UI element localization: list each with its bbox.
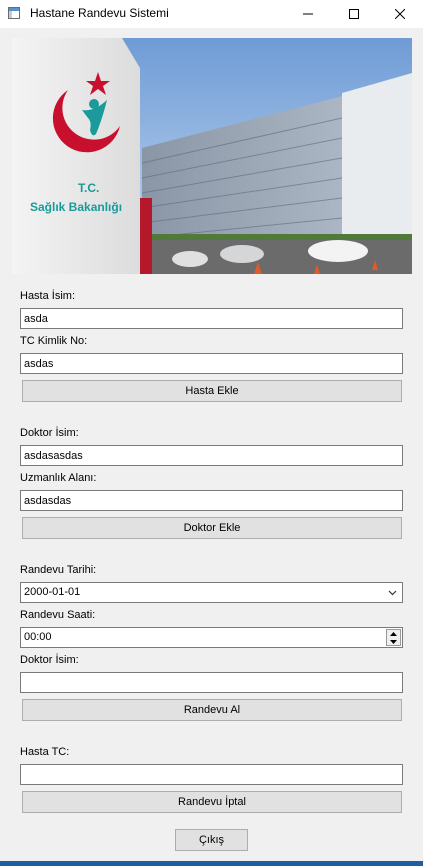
cancel-tc-label: Hasta TC:: [20, 746, 70, 758]
doctor-name-label: Doktor İsim:: [20, 427, 79, 439]
minimize-button[interactable]: [285, 0, 331, 28]
appointment-time-spinbox[interactable]: 00:00: [20, 627, 403, 648]
add-doctor-button[interactable]: Doktor Ekle: [22, 517, 402, 539]
patient-name-input[interactable]: [20, 308, 403, 329]
close-icon: [395, 9, 405, 19]
arrow-up-icon: [390, 631, 397, 636]
cancel-tc-input[interactable]: [20, 764, 403, 785]
patient-name-label: Hasta İsim:: [20, 290, 76, 302]
spin-up-button[interactable]: [387, 630, 400, 637]
close-button[interactable]: [377, 0, 423, 28]
appointment-time-value: 00:00: [24, 631, 52, 643]
appointment-date-label: Randevu Tarihi:: [20, 564, 97, 576]
window-title: Hastane Randevu Sistemi: [30, 6, 169, 20]
minimize-icon: [303, 13, 313, 15]
appointment-date-picker[interactable]: 2000-01-01: [20, 582, 403, 603]
logo-text-tc: T.C.: [78, 181, 100, 195]
appointment-time-label: Randevu Saati:: [20, 609, 96, 621]
logo-text-ministry: Sağlık Bakanlığı: [30, 200, 123, 214]
doctor-specialty-input[interactable]: [20, 490, 403, 511]
time-spinner-buttons: [386, 629, 401, 646]
patient-tc-label: TC Kimlik No:: [20, 335, 88, 347]
doctor-specialty-label: Uzmanlık Alanı:: [20, 472, 97, 484]
title-bar: Hastane Randevu Sistemi: [0, 0, 423, 28]
appointment-date-value: 2000-01-01: [24, 586, 81, 598]
cancel-appointment-button[interactable]: Randevu İptal: [22, 791, 402, 813]
chevron-down-icon[interactable]: [388, 588, 397, 597]
arrow-down-icon: [390, 639, 397, 644]
appointment-doctor-input[interactable]: [20, 672, 403, 693]
spin-down-button[interactable]: [387, 638, 400, 645]
add-patient-button[interactable]: Hasta Ekle: [22, 380, 402, 402]
hospital-banner-image: T.C. Sağlık Bakanlığı: [12, 38, 412, 274]
take-appointment-button[interactable]: Randevu Al: [22, 699, 402, 721]
patient-tc-input[interactable]: [20, 353, 403, 374]
maximize-button[interactable]: [331, 0, 377, 28]
app-window-icon: [8, 7, 20, 19]
appointment-doctor-label: Doktor İsim:: [20, 654, 79, 666]
doctor-name-input[interactable]: [20, 445, 403, 466]
window-bottom-edge: [0, 861, 423, 866]
maximize-icon: [349, 9, 359, 19]
exit-button[interactable]: Çıkış: [175, 829, 248, 851]
